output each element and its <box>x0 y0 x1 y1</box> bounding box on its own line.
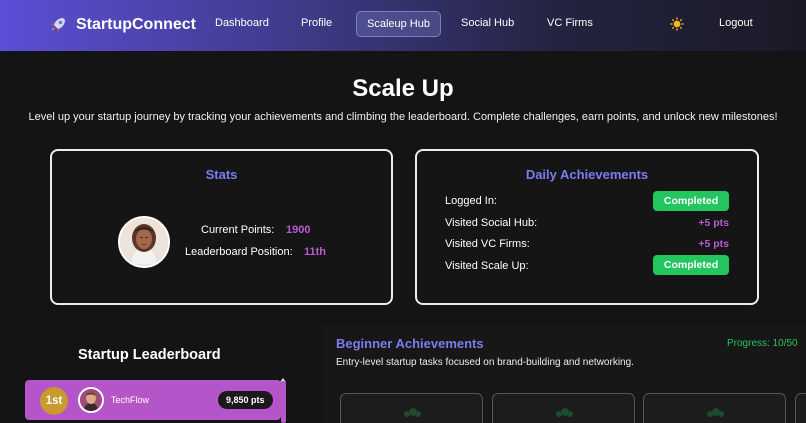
current-points-value: 1900 <box>286 224 311 236</box>
progress-text: Progress: 10/50 <box>727 338 798 349</box>
stats-card: Stats Current Points: 1900 Leaderboard P… <box>50 149 393 305</box>
completed-badge: Completed <box>653 191 729 211</box>
achievement-card[interactable] <box>492 393 635 423</box>
beginner-achievements-title: Beginner Achievements <box>336 336 484 351</box>
achievement-icon <box>706 408 724 417</box>
entry-avatar <box>78 387 104 413</box>
brand[interactable]: StartupConnect <box>48 14 196 36</box>
nav-scaleup-hub[interactable]: Scaleup Hub <box>356 11 441 37</box>
achievement-card[interactable] <box>340 393 483 423</box>
daily-item-label: Logged In: <box>445 195 497 207</box>
user-avatar-image <box>120 218 168 266</box>
points-reward: +5 pts <box>698 238 729 250</box>
entry-avatar-image <box>80 389 102 411</box>
entry-name: TechFlow <box>111 395 150 405</box>
achievement-icon <box>403 408 421 417</box>
daily-item-label: Visited VC Firms: <box>445 238 530 250</box>
stats-title: Stats <box>205 167 238 182</box>
nav-vc-firms[interactable]: VC Firms <box>547 17 593 29</box>
rank-badge: 1st <box>40 387 68 415</box>
beginner-achievements-description: Entry-level startup tasks focused on bra… <box>336 357 634 368</box>
leaderboard-position-value: 11th <box>304 246 327 258</box>
daily-achievements-title: Daily Achievements <box>525 167 649 182</box>
nav-profile[interactable]: Profile <box>301 17 332 29</box>
leaderboard-entry[interactable]: 1st TechFlow 9,850 pts <box>25 380 281 420</box>
completed-badge: Completed <box>653 255 729 275</box>
page-title: Scale Up <box>352 75 454 102</box>
entry-points: 9,850 pts <box>218 391 273 409</box>
current-points-label: Current Points: <box>201 224 275 236</box>
achievement-icon <box>555 408 573 417</box>
rocket-icon <box>51 18 65 32</box>
navbar: StartupConnect Dashboard Profile Scaleup… <box>0 0 806 51</box>
points-reward: +5 pts <box>698 217 729 229</box>
achievement-card[interactable] <box>643 393 786 423</box>
brand-name: StartupConnect <box>76 16 196 33</box>
leaderboard-position-label: Leaderboard Position: <box>185 246 293 258</box>
daily-achievements-card: Daily Achievements Logged In: Completed … <box>415 149 759 305</box>
page-subtitle: Level up your startup journey by trackin… <box>28 111 778 123</box>
nav-social-hub[interactable]: Social Hub <box>461 17 514 29</box>
leaderboard-scrollbar[interactable] <box>281 381 286 423</box>
daily-item-label: Visited Scale Up: <box>445 260 529 272</box>
nav-dashboard[interactable]: Dashboard <box>215 17 269 29</box>
daily-item-label: Visited Social Hub: <box>445 217 538 229</box>
user-avatar <box>118 216 170 268</box>
leaderboard-title: Startup Leaderboard <box>78 347 221 363</box>
sun-icon[interactable] <box>670 17 684 31</box>
logout-link[interactable]: Logout <box>719 17 753 29</box>
achievement-card[interactable] <box>795 393 806 423</box>
